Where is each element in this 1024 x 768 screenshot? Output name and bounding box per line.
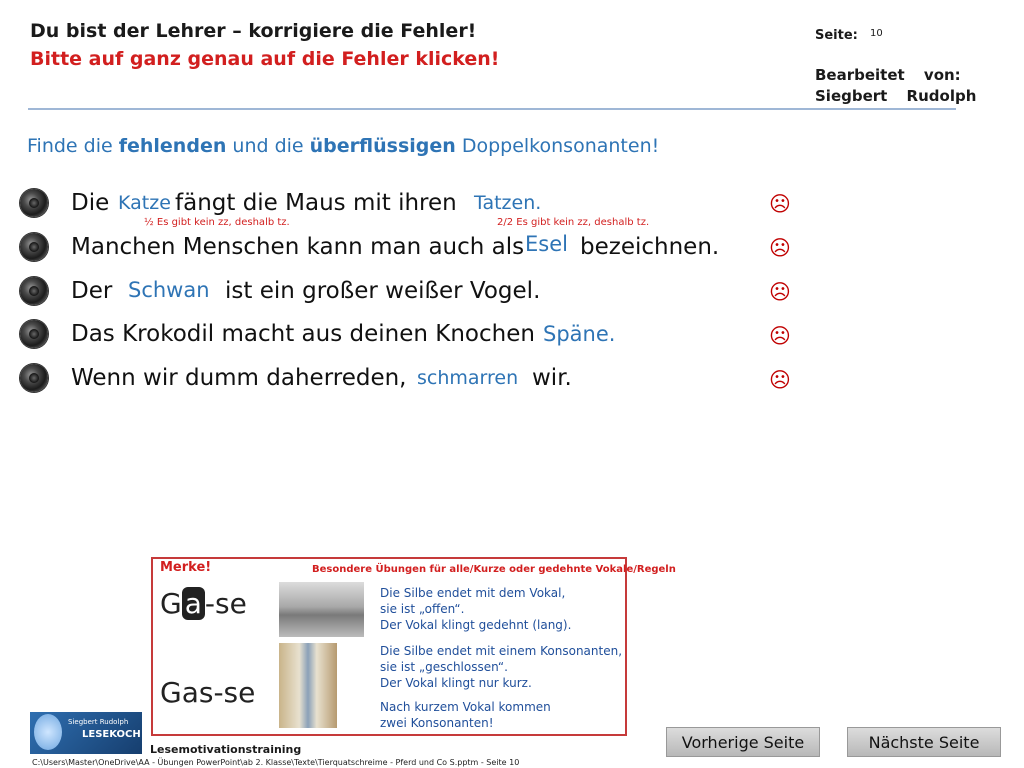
- merke-subtitle: Besondere Übungen für alle/Kurze oder ge…: [312, 564, 676, 575]
- page-title: Du bist der Lehrer – korrigiere die Fehl…: [30, 20, 477, 42]
- speaker-icon[interactable]: [20, 364, 48, 392]
- alley-photo: [279, 643, 337, 728]
- example-word-gase: Ga -se: [160, 587, 247, 620]
- sentence-2-start: Manchen Menschen kann man auch als: [71, 234, 525, 260]
- page-number: 10: [870, 28, 883, 39]
- frown-icon: ☹: [769, 280, 791, 304]
- sentence-1-word-tatzen[interactable]: Tatzen.: [474, 192, 541, 214]
- sentence-5-start: Wenn wir dumm daherreden,: [71, 365, 407, 391]
- sentence-3-word-schwan[interactable]: Schwan: [128, 278, 210, 302]
- previous-page-button[interactable]: Vorherige Seite: [666, 727, 820, 757]
- rule-closed-syllable: Die Silbe endet mit einem Konsonanten, s…: [380, 644, 623, 690]
- sentence-2-word-esel[interactable]: Esel: [525, 232, 568, 256]
- rule-open-syllable: Die Silbe endet mit dem Vokal, sie ist „…: [380, 586, 572, 632]
- sentence-5-end: wir.: [532, 365, 572, 391]
- speaker-icon[interactable]: [20, 320, 48, 348]
- edited-by-label: Bearbeitet von:: [815, 66, 961, 84]
- sentence-4-word-spaene[interactable]: Späne.: [543, 322, 615, 346]
- sentence-1-note-1: ½ Es gibt kein zz, deshalb tz.: [144, 217, 290, 228]
- instruction-text: Finde die fehlenden und die überflüssige…: [27, 135, 660, 157]
- sentence-1-note-2: 2/2 Es gibt kein zz, deshalb tz.: [497, 217, 650, 228]
- sentence-5-word-schmarren[interactable]: schmarren: [417, 367, 518, 389]
- page-label: Seite:: [815, 28, 858, 43]
- sentence-3-start: Der: [71, 278, 113, 304]
- header-divider: [28, 108, 956, 110]
- speaker-icon[interactable]: [20, 277, 48, 305]
- sentence-1-middle: fängt die Maus mit ihren: [175, 190, 457, 216]
- next-page-button[interactable]: Nächste Seite: [847, 727, 1001, 757]
- exhaust-photo: [279, 582, 364, 637]
- sentence-1-start: Die: [71, 190, 110, 216]
- sentence-3-end: ist ein großer weißer Vogel.: [225, 278, 541, 304]
- sentence-2-end: bezeichnen.: [580, 234, 720, 260]
- speaker-icon[interactable]: [20, 189, 48, 217]
- footer-label: Lesemotivationstraining: [150, 743, 302, 756]
- frown-icon: ☹: [769, 324, 791, 348]
- example-word-gasse: Gas-se: [160, 676, 256, 709]
- lesekoch-logo: Siegbert Rudolph LESEKOCH: [30, 712, 142, 754]
- frown-icon: ☹: [769, 236, 791, 260]
- sentence-4-start: Das Krokodil macht aus deinen Knochen: [71, 321, 535, 347]
- sentence-1-word-katze[interactable]: Katze: [118, 192, 171, 214]
- rule-double-consonant: Nach kurzem Vokal kommen zwei Konsonante…: [380, 700, 551, 730]
- edited-by-name: Siegbert Rudolph: [815, 87, 977, 105]
- frown-icon: ☹: [769, 192, 791, 216]
- lightbulb-icon: [34, 714, 62, 750]
- merke-title: Merke!: [160, 560, 212, 575]
- speaker-icon[interactable]: [20, 233, 48, 261]
- file-path: C:\Users\Master\OneDrive\AA - Übungen Po…: [32, 758, 520, 767]
- frown-icon: ☹: [769, 368, 791, 392]
- page-subtitle: Bitte auf ganz genau auf die Fehler klic…: [30, 48, 500, 70]
